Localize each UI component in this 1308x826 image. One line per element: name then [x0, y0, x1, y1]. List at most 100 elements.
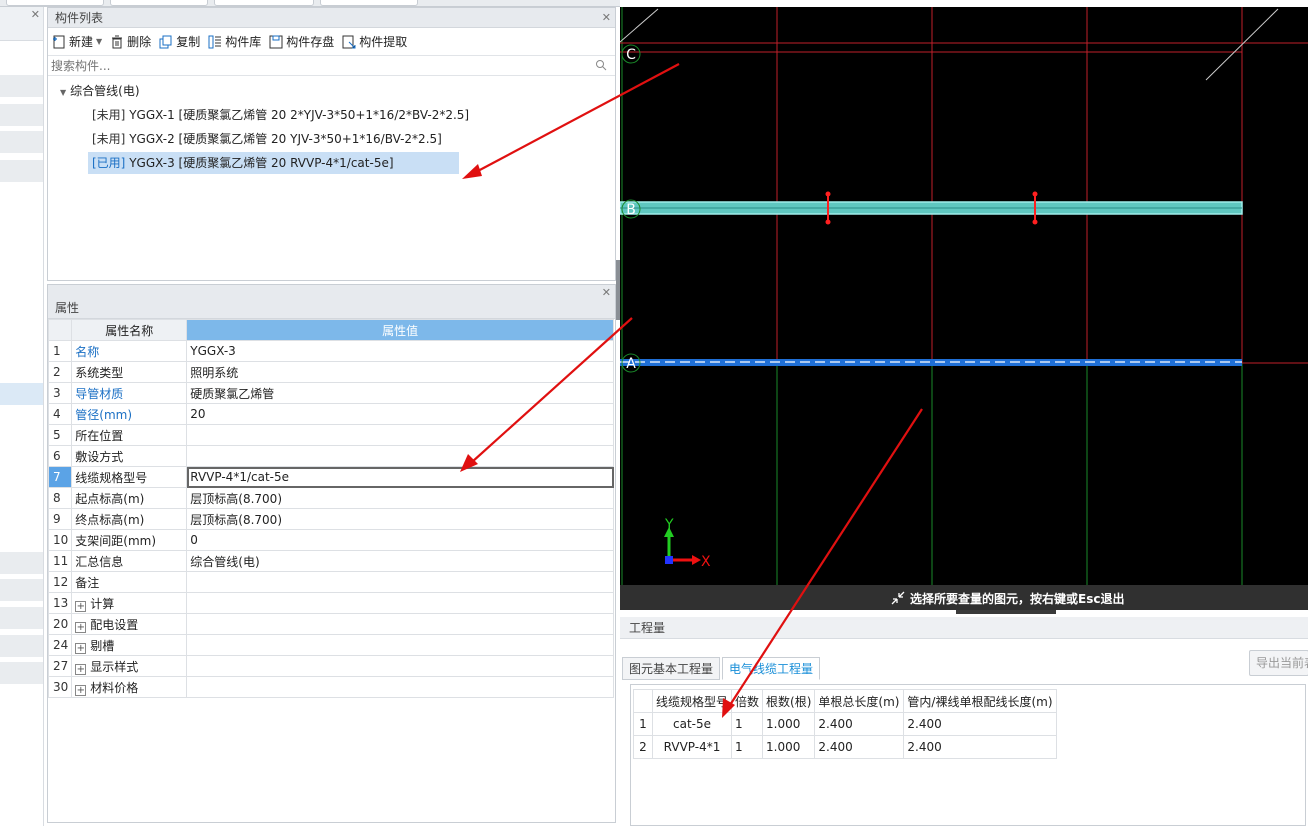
- property-value[interactable]: 0: [186, 529, 614, 551]
- property-row[interactable]: 7 线缆规格型号 RVVP-4*1/cat-5e: [47, 466, 614, 488]
- row-number: 24: [47, 634, 73, 656]
- search-input[interactable]: [48, 56, 588, 75]
- left-panel-row[interactable]: [0, 579, 43, 601]
- property-value[interactable]: [186, 424, 614, 446]
- property-name-label: 显示样式: [90, 659, 139, 674]
- chevron-down-icon[interactable]: ▼: [96, 37, 102, 46]
- delete-button[interactable]: 删除: [110, 33, 151, 50]
- column-header-value: 属性值: [186, 319, 614, 341]
- column-header: 单根总长度(m): [814, 689, 905, 713]
- property-name: 系统类型: [71, 361, 188, 383]
- property-value[interactable]: [186, 445, 614, 467]
- column-header: 管内/裸线单根配线长度(m): [903, 689, 1057, 713]
- property-value[interactable]: [186, 676, 614, 698]
- property-row[interactable]: 1 名称 YGGX-3: [47, 340, 614, 362]
- expand-icon[interactable]: +: [75, 600, 87, 612]
- property-row[interactable]: 30 + 材料价格: [47, 676, 614, 698]
- column-header: 倍数: [731, 689, 764, 713]
- property-row[interactable]: 4 管径(mm) 20: [47, 403, 614, 425]
- expand-icon[interactable]: +: [75, 663, 87, 675]
- cell-multiple: 1: [731, 735, 764, 759]
- left-panel-row[interactable]: [0, 75, 43, 97]
- property-row[interactable]: 13 + 计算: [47, 592, 614, 614]
- top-tab[interactable]: [6, 0, 104, 6]
- property-row[interactable]: 27 + 显示样式: [47, 655, 614, 677]
- property-value[interactable]: RVVP-4*1/cat-5e: [186, 466, 614, 488]
- property-value[interactable]: [186, 634, 614, 656]
- property-row[interactable]: 8 起点标高(m) 层顶标高(8.700): [47, 487, 614, 509]
- top-tab[interactable]: [214, 0, 314, 6]
- property-row[interactable]: 20 + 配电设置: [47, 613, 614, 635]
- row-number: 1: [633, 712, 653, 736]
- library-button[interactable]: 构件库: [208, 33, 261, 50]
- property-name: + 显示样式: [71, 655, 188, 677]
- left-panel-row[interactable]: [0, 131, 43, 153]
- property-row[interactable]: 5 所在位置: [47, 424, 614, 446]
- property-row[interactable]: 12 备注: [47, 571, 614, 593]
- close-icon[interactable]: ✕: [602, 286, 611, 300]
- left-panel-row[interactable]: [0, 635, 43, 657]
- table-row[interactable]: 1 cat-5e 1 1.000 2.400 2.400: [633, 712, 1057, 736]
- extract-component-button[interactable]: 构件提取: [342, 33, 407, 50]
- table-row[interactable]: 2 RVVP-4*1 1 1.000 2.400 2.400: [633, 735, 1057, 759]
- svg-text:C: C: [626, 47, 636, 63]
- left-panel-row-selected[interactable]: [0, 383, 43, 405]
- property-value[interactable]: 层顶标高(8.700): [186, 508, 614, 530]
- left-panel-row[interactable]: [0, 160, 43, 182]
- close-icon[interactable]: ✕: [602, 8, 611, 28]
- property-value[interactable]: [186, 655, 614, 677]
- row-number: 5: [47, 424, 73, 446]
- property-name-label: 所在位置: [75, 428, 124, 443]
- expand-icon[interactable]: +: [75, 642, 87, 654]
- property-row[interactable]: 9 终点标高(m) 层顶标高(8.700): [47, 508, 614, 530]
- top-tab[interactable]: [320, 0, 418, 6]
- tab-cable-quantities[interactable]: 电气线缆工程量: [722, 657, 821, 680]
- export-button[interactable]: 导出当前表: [1249, 650, 1308, 676]
- canvas-scroll-handle[interactable]: [956, 610, 1056, 614]
- row-number: 9: [47, 508, 73, 530]
- property-row[interactable]: 10 支架间距(mm) 0: [47, 529, 614, 551]
- copy-button[interactable]: 复制: [159, 33, 200, 50]
- left-panel-row[interactable]: [0, 607, 43, 629]
- property-row[interactable]: 11 汇总信息 综合管线(电): [47, 550, 614, 572]
- property-value[interactable]: 照明系统: [186, 361, 614, 383]
- property-value[interactable]: [186, 592, 614, 614]
- cell-model: RVVP-4*1: [651, 735, 733, 759]
- property-row[interactable]: 24 + 剔槽: [47, 634, 614, 656]
- left-panel-row[interactable]: [0, 104, 43, 126]
- svg-text:B: B: [626, 202, 636, 218]
- property-row[interactable]: 3 导管材质 硬质聚氯乙烯管: [47, 382, 614, 404]
- tree-group-electrical[interactable]: ▼ 综合管线(电): [48, 80, 615, 102]
- left-panel-row[interactable]: [0, 552, 43, 574]
- tree-item-yggx-3[interactable]: [已用] YGGX-3 [硬质聚氯乙烯管 20 RVVP-4*1/cat-5e]: [88, 152, 459, 174]
- property-row[interactable]: 2 系统类型 照明系统: [47, 361, 614, 383]
- close-icon[interactable]: ✕: [31, 8, 40, 21]
- collapse-caret-icon[interactable]: ▼: [60, 88, 66, 97]
- canvas-status-bar: 选择所要查量的图元，按右键或Esc退出: [620, 585, 1308, 614]
- property-value[interactable]: [186, 571, 614, 593]
- search-icon[interactable]: [595, 59, 607, 71]
- tree-item-yggx-1[interactable]: [未用] YGGX-1 [硬质聚氯乙烯管 20 2*YJV-3*50+1*16/…: [88, 104, 469, 126]
- property-value[interactable]: 20: [186, 403, 614, 425]
- property-row[interactable]: 6 敷设方式: [47, 445, 614, 467]
- tab-basic-quantities[interactable]: 图元基本工程量: [622, 657, 721, 680]
- tree-item-yggx-2[interactable]: [未用] YGGX-2 [硬质聚氯乙烯管 20 YJV-3*50+1*16/BV…: [88, 128, 459, 150]
- column-header-name: 属性名称: [71, 319, 188, 341]
- property-value[interactable]: 硬质聚氯乙烯管: [186, 382, 614, 404]
- property-name: 终点标高(m): [71, 508, 188, 530]
- save-component-button[interactable]: 构件存盘: [269, 33, 334, 50]
- top-tab[interactable]: [110, 0, 208, 6]
- component-toolbar: 新建 ▼ 删除 复制 构件库 构件存盘 构件提取: [48, 28, 615, 56]
- property-name: 支架间距(mm): [71, 529, 188, 551]
- new-button[interactable]: 新建 ▼: [52, 33, 102, 50]
- drawing-canvas[interactable]: C B A 1 2 5 Y X: [620, 7, 1308, 610]
- property-value[interactable]: 综合管线(电): [186, 550, 614, 572]
- property-value[interactable]: [186, 613, 614, 635]
- cad-drawing[interactable]: C B A 1 2 5 Y X: [620, 7, 1308, 610]
- property-value[interactable]: 层顶标高(8.700): [186, 487, 614, 509]
- expand-icon[interactable]: +: [75, 684, 87, 696]
- search-box: [48, 56, 615, 76]
- left-panel-row[interactable]: [0, 662, 43, 684]
- expand-icon[interactable]: +: [75, 621, 87, 633]
- property-value[interactable]: YGGX-3: [186, 340, 614, 362]
